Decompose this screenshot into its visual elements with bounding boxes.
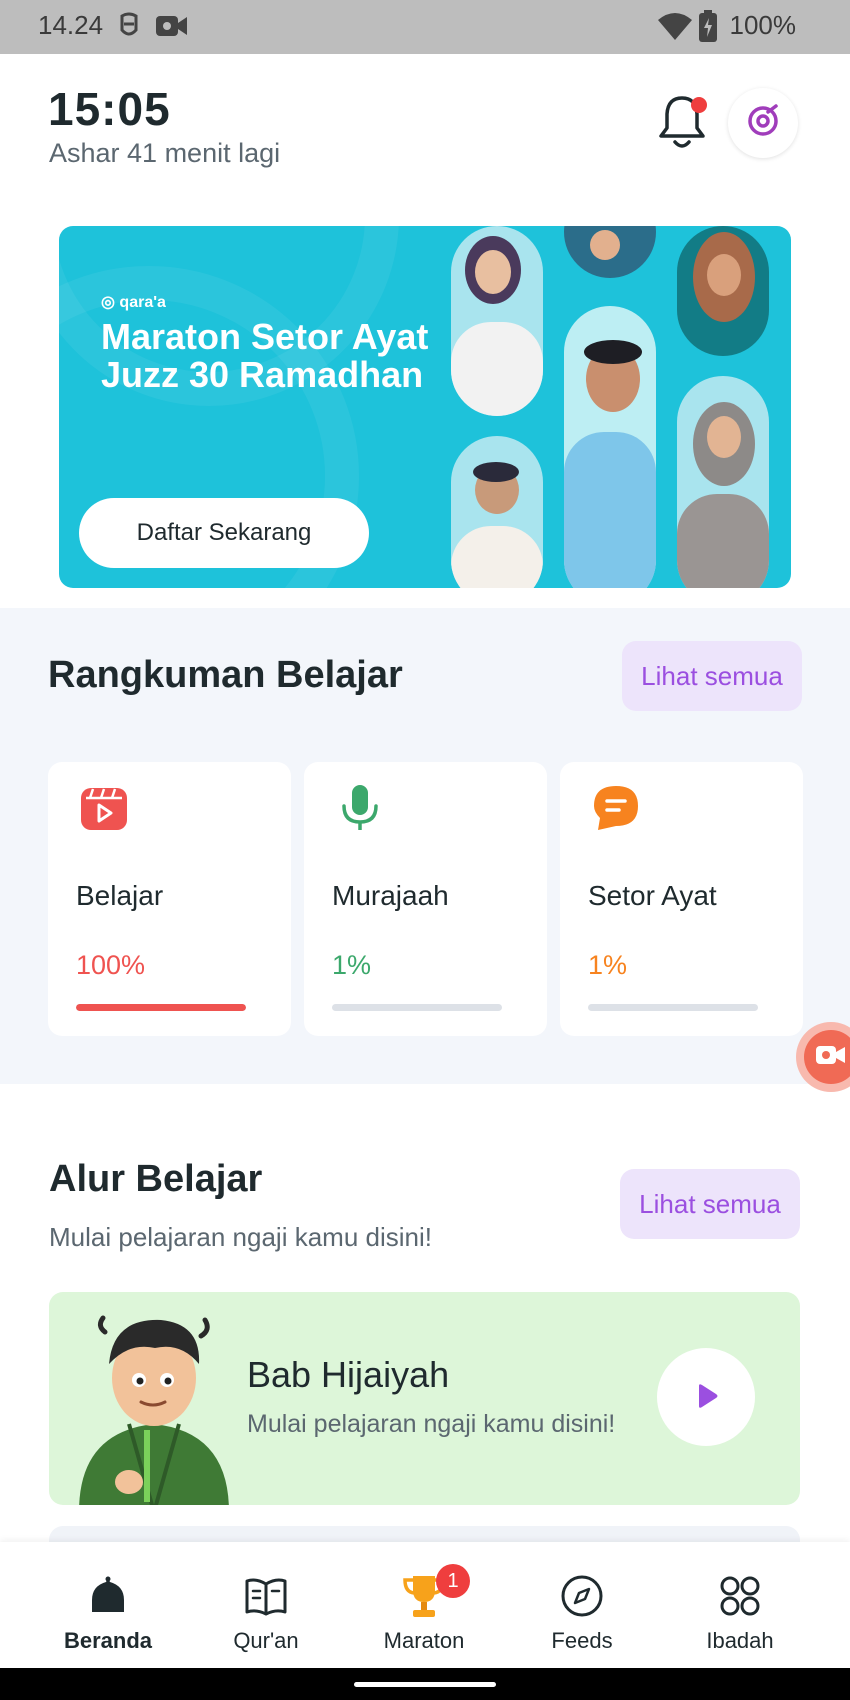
nav-label: Maraton (383, 1628, 465, 1653)
summary-title: Rangkuman Belajar (48, 654, 403, 696)
chat-bubble-icon (590, 782, 642, 834)
banner-title: Maraton Setor Ayat Juzz 30 Ramadhan (101, 316, 429, 395)
home-icon (84, 1572, 132, 1620)
card-percent: 100% (76, 950, 146, 980)
system-navigation-bar (0, 1668, 850, 1700)
progress-bar (588, 1004, 758, 1011)
book-icon (242, 1572, 290, 1620)
card-label: Murajaah (332, 880, 449, 911)
play-icon (693, 1383, 719, 1412)
card-label: Setor Ayat (588, 880, 717, 911)
boy-character-illustration (69, 1312, 239, 1505)
nav-label: Feeds (551, 1628, 613, 1653)
register-now-button[interactable]: Daftar Sekarang (79, 498, 369, 568)
microphone-icon (334, 782, 386, 834)
maraton-badge: 1 (436, 1564, 470, 1598)
lesson-card-bab-hijaiyah[interactable]: Bab Hijaiyah Mulai pelajaran ngaji kamu … (49, 1292, 800, 1505)
lesson-play-button[interactable] (657, 1348, 755, 1446)
nav-item-ibadah[interactable]: Ibadah (665, 1542, 815, 1668)
banner-photo-woman-hijab (677, 226, 769, 356)
nav-label: Ibadah (706, 1628, 774, 1653)
progress-fill (76, 1004, 246, 1011)
video-camera-icon (816, 1044, 846, 1071)
summary-card-setor-ayat[interactable]: Setor Ayat 1% (560, 762, 803, 1036)
promo-banner[interactable]: ◎ qara'a Maraton Setor Ayat Juzz 30 Rama… (59, 226, 791, 588)
card-percent: 1% (332, 950, 372, 980)
nav-label: Qur'an (233, 1628, 299, 1653)
video-play-icon (78, 782, 130, 834)
progress-bar (76, 1004, 246, 1011)
lesson-title: Bab Hijaiyah (247, 1354, 450, 1395)
qaraa-logo-icon (746, 103, 780, 143)
notification-dot (691, 97, 707, 113)
home-gesture-handle[interactable] (354, 1682, 496, 1687)
learning-path-subtitle: Mulai pelajaran ngaji kamu disini! (49, 1222, 432, 1252)
wifi-icon (658, 12, 692, 45)
status-time: 14.24 (38, 10, 104, 40)
nav-item-quran[interactable]: Qur'an (191, 1542, 341, 1668)
banner-photo-man-smiling (564, 306, 656, 588)
next-prayer-countdown: Ashar 41 menit lagi (49, 138, 281, 168)
battery-percent: 100% (729, 10, 797, 40)
video-camera-icon (156, 14, 188, 43)
banner-photo-hands-phone (564, 226, 656, 278)
nav-label: Beranda (63, 1628, 153, 1653)
battery-charging-icon (698, 10, 718, 47)
summary-card-murajaah[interactable]: Murajaah 1% (304, 762, 547, 1036)
banner-photo-man-reading (451, 436, 543, 588)
summary-see-all-button[interactable]: Lihat semua (622, 641, 802, 711)
grid-icon (716, 1572, 764, 1620)
bottom-navigation: Beranda Qur'an Maraton Feeds Ibadah (0, 1542, 850, 1668)
profile-button[interactable] (728, 88, 798, 158)
progress-bar (332, 1004, 502, 1011)
qaraa-logo-icon: ◎ (101, 294, 115, 311)
banner-photo-woman-phone (451, 226, 543, 416)
face-icon (118, 12, 140, 45)
nav-item-beranda[interactable]: Beranda (33, 1542, 183, 1668)
learning-path-see-all-button[interactable]: Lihat semua (620, 1169, 800, 1239)
banner-brand: ◎ qara'a (101, 294, 166, 311)
card-percent: 1% (588, 950, 628, 980)
nav-item-maraton[interactable]: Maraton (349, 1542, 499, 1668)
nav-item-feeds[interactable]: Feeds (507, 1542, 657, 1668)
banner-photo-woman-tablet (677, 376, 769, 588)
learning-path-title: Alur Belajar (49, 1158, 263, 1200)
status-bar: 14.24 100% (0, 0, 850, 54)
summary-card-belajar[interactable]: Belajar 100% (48, 762, 291, 1036)
compass-icon (558, 1572, 606, 1620)
card-label: Belajar (76, 880, 164, 911)
current-time: 15:05 (48, 83, 171, 135)
lesson-subtitle: Mulai pelajaran ngaji kamu disini! (247, 1410, 616, 1438)
